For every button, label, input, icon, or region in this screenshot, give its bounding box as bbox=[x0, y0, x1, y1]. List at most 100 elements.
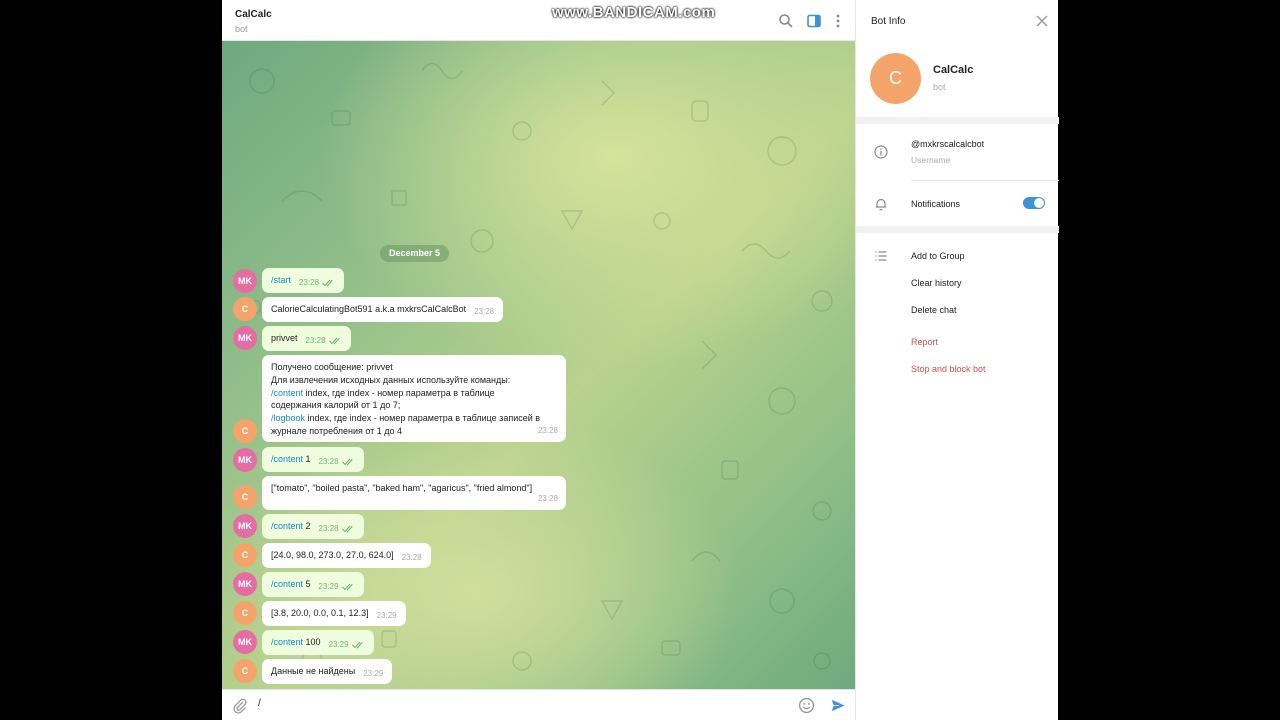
message-bubble-outgoing[interactable]: /content 100 23:29 bbox=[262, 630, 374, 655]
double-check-icon bbox=[351, 641, 363, 649]
sidebar-toggle-icon[interactable] bbox=[806, 13, 822, 29]
message-text: 100 bbox=[303, 637, 321, 647]
chat-header: CalCalc bot bbox=[222, 0, 855, 41]
avatar[interactable]: C bbox=[233, 297, 257, 321]
message-text: [3.8, 20.0, 0.0, 0.1, 12.3] bbox=[271, 608, 369, 618]
bot-command-link[interactable]: /logbook bbox=[271, 413, 305, 423]
bot-command-link[interactable]: /content bbox=[271, 579, 303, 589]
message-time: 23:28 bbox=[305, 336, 326, 345]
message-time: 23:28 bbox=[318, 524, 339, 533]
avatar[interactable]: C bbox=[233, 485, 257, 509]
message-bubble-incoming[interactable]: CalorieCalculatingBot591 a.k.a mxkrsCalC… bbox=[262, 297, 504, 322]
message-text: CalorieCalculatingBot591 a.k.a mxkrsCalC… bbox=[271, 304, 467, 314]
avatar[interactable]: MK bbox=[233, 326, 257, 350]
message-time: 23:29 bbox=[363, 669, 384, 678]
message-text: privvet bbox=[271, 333, 298, 343]
recording-watermark: www.BANDICAM.com bbox=[552, 4, 716, 21]
message-time: 23:28 bbox=[299, 278, 320, 287]
chat-title[interactable]: CalCalc bbox=[235, 9, 272, 20]
message-bubble-incoming[interactable]: [3.8, 20.0, 0.0, 0.1, 12.3] 23:29 bbox=[262, 601, 406, 626]
avatar[interactable]: C bbox=[233, 601, 257, 625]
message-text: содержания калорий от 1 до 7; bbox=[271, 400, 401, 411]
double-check-icon bbox=[328, 337, 340, 345]
notifications-label: Notifications bbox=[911, 199, 961, 209]
bot-avatar-large[interactable]: C bbox=[870, 53, 921, 104]
message-input[interactable]: / bbox=[258, 698, 261, 709]
double-check-icon bbox=[341, 458, 353, 466]
message-bubble-incoming[interactable]: Получено сообщение: privvet Для извлечен… bbox=[262, 355, 566, 442]
bot-command-link[interactable]: /start bbox=[271, 275, 291, 285]
paperclip-icon[interactable] bbox=[232, 698, 248, 714]
message-text: Получено сообщение: privvet bbox=[271, 362, 393, 372]
bot-status: bot bbox=[933, 82, 946, 92]
message-time: 23:28 bbox=[474, 307, 495, 316]
clear-history-button[interactable]: Clear history bbox=[911, 278, 962, 288]
message-text: 1 bbox=[303, 454, 311, 464]
stop-and-block-button[interactable]: Stop and block bot bbox=[911, 364, 986, 374]
message-text: Данные не найдены bbox=[271, 666, 356, 676]
avatar[interactable]: MK bbox=[233, 448, 257, 472]
message-text: журнале потребления от 1 до 4 bbox=[271, 425, 403, 436]
chat-status: bot bbox=[235, 24, 248, 34]
message-time: 23:28 bbox=[537, 494, 558, 504]
search-icon[interactable] bbox=[778, 13, 794, 29]
list-icon bbox=[875, 251, 887, 261]
emoji-icon[interactable] bbox=[798, 697, 815, 714]
message-text: index, где index - номер параметра в таб… bbox=[303, 387, 495, 398]
message-bubble-outgoing[interactable]: /content 1 23:28 bbox=[262, 447, 364, 472]
message-time: 23:28 bbox=[318, 457, 339, 466]
double-check-icon bbox=[341, 525, 353, 533]
bot-command-link[interactable]: /content bbox=[271, 388, 303, 398]
username-label: Username bbox=[911, 155, 951, 165]
avatar[interactable]: MK bbox=[233, 572, 257, 596]
chat-messages-area[interactable]: December 5 MK /start 23:28 C CalorieCalcu… bbox=[222, 41, 855, 689]
bot-command-link[interactable]: /content bbox=[271, 637, 303, 647]
avatar[interactable]: C bbox=[233, 659, 257, 683]
delete-chat-button[interactable]: Delete chat bbox=[911, 305, 957, 315]
message-text: Для извлечения исходных данных используй… bbox=[271, 374, 511, 385]
message-bubble-outgoing[interactable]: /content 5 23:29 bbox=[262, 572, 364, 597]
add-to-group-button[interactable]: Add to Group bbox=[911, 251, 965, 261]
avatar[interactable]: MK bbox=[233, 514, 257, 538]
more-vertical-icon[interactable] bbox=[830, 13, 846, 29]
message-bubble-outgoing[interactable]: /start 23:28 bbox=[262, 268, 345, 293]
row-divider bbox=[911, 180, 1059, 181]
date-divider: December 5 bbox=[380, 245, 450, 262]
bot-command-link[interactable]: /content bbox=[271, 521, 303, 531]
double-check-icon bbox=[322, 279, 333, 287]
message-text: ["tomato", "boiled pasta", "baked ham", … bbox=[271, 483, 533, 493]
message-text: 5 bbox=[303, 579, 311, 589]
message-bubble-outgoing[interactable]: privvet 23:28 bbox=[262, 326, 351, 351]
double-check-icon bbox=[341, 583, 353, 591]
message-text: [24.0, 98.0, 273.0, 27.0, 624.0] bbox=[271, 550, 394, 560]
bot-name: CalCalc bbox=[933, 64, 974, 76]
bot-username[interactable]: @mxkrscalcalcbot bbox=[911, 139, 984, 149]
avatar[interactable]: C bbox=[233, 419, 257, 443]
notifications-toggle[interactable] bbox=[1023, 197, 1045, 209]
telegram-window: CalCalc bot December 5 MK /start 23:28 C… bbox=[222, 0, 1059, 720]
avatar[interactable]: C bbox=[233, 543, 257, 567]
report-button[interactable]: Report bbox=[911, 337, 938, 347]
message-composer: / bbox=[222, 689, 855, 720]
avatar[interactable]: MK bbox=[233, 269, 257, 293]
section-divider bbox=[856, 117, 1059, 124]
message-bubble-incoming[interactable]: ["tomato", "boiled pasta", "baked ham", … bbox=[262, 476, 566, 510]
section-divider bbox=[856, 226, 1059, 233]
message-time: 23:29 bbox=[376, 611, 397, 620]
message-bubble-outgoing[interactable]: /content 2 23:28 bbox=[262, 514, 364, 539]
message-text: index, где index - номер параметра в таб… bbox=[305, 413, 541, 424]
info-icon bbox=[874, 145, 888, 159]
bot-command-link[interactable]: /content bbox=[271, 454, 303, 464]
message-time: 23:28 bbox=[401, 553, 422, 562]
panel-title: Bot Info bbox=[871, 16, 906, 27]
avatar[interactable]: MK bbox=[233, 630, 257, 654]
close-icon[interactable] bbox=[1036, 15, 1048, 27]
message-bubble-incoming[interactable]: Данные не найдены 23:29 bbox=[262, 659, 393, 684]
bell-icon bbox=[875, 198, 887, 211]
bot-info-panel: Bot Info C CalCalc bot @mxkrscalcalcbot … bbox=[855, 0, 1059, 720]
message-time: 23:28 bbox=[537, 426, 558, 436]
message-time: 23:29 bbox=[318, 582, 339, 591]
message-bubble-incoming[interactable]: [24.0, 98.0, 273.0, 27.0, 624.0] 23:28 bbox=[262, 543, 431, 568]
message-text: 2 bbox=[303, 521, 311, 531]
send-icon[interactable] bbox=[829, 697, 847, 714]
